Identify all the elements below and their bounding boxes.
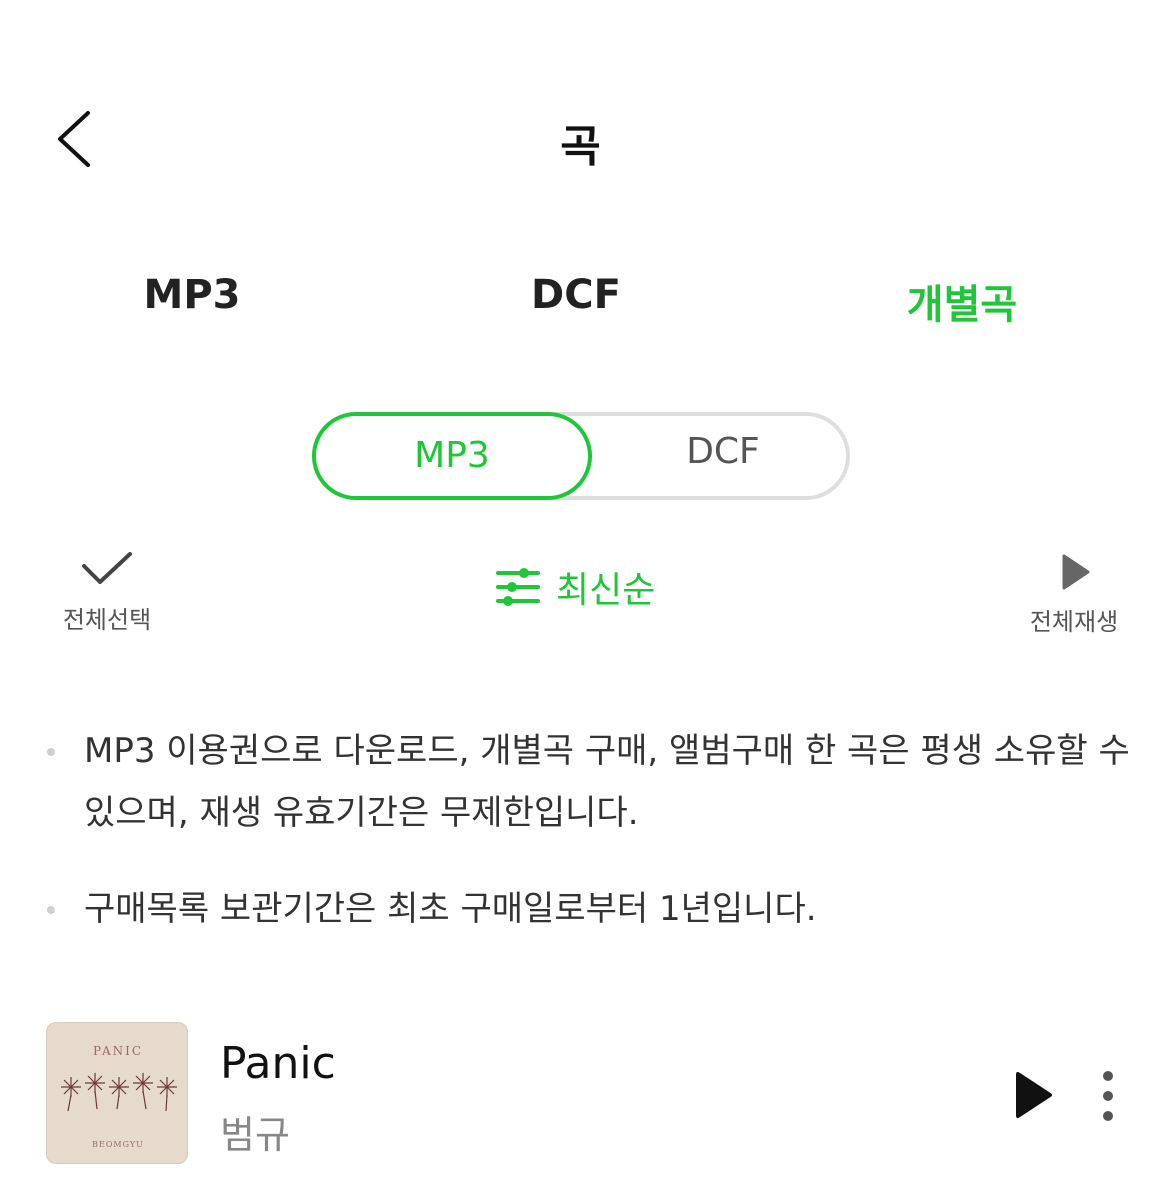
play-all-label: 전체재생 [1029,608,1119,636]
more-vertical-icon [1103,1071,1113,1121]
notice-text: MP3 이용권으로 다운로드, 개별곡 구매, 앨범구매 한 곡은 평생 소유할… [84,731,1130,833]
sliders-icon [496,568,540,606]
album-art-artist: BEOMGYU [92,1140,144,1149]
play-icon [1016,1072,1052,1118]
play-all-button[interactable]: 전체재생 [1018,552,1130,637]
select-all-label: 전체선택 [62,606,152,634]
tab-mp3[interactable]: MP3 [72,272,312,318]
format-segmented-control: DCF MP3 [312,412,850,500]
song-artist: 범규 [220,1113,290,1157]
notice-item: MP3 이용권으로 다운로드, 개별곡 구매, 앨범구매 한 곡은 평생 소유할… [40,720,1130,844]
segment-mp3[interactable]: MP3 [312,412,592,500]
song-more-button[interactable] [1096,1068,1120,1124]
sort-label: 최신순 [556,570,656,611]
play-icon [1062,554,1090,590]
album-art-title: PANIC [93,1044,143,1058]
sort-button[interactable]: 최신순 [494,562,655,612]
album-cover-image: PANIC BEOMGYU [47,1023,187,1163]
notice-item: 구매목록 보관기간은 최초 구매일로부터 1년입니다. [40,878,1130,940]
song-title: Panic [220,1038,336,1089]
song-list-item[interactable]: PANIC BEOMGYU Panic 범규 [46,1022,1136,1166]
check-icon [82,552,132,584]
select-all-button[interactable]: 전체선택 [52,550,162,635]
notice-list: MP3 이용권으로 다운로드, 개별곡 구매, 앨범구매 한 곡은 평생 소유할… [40,720,1130,974]
notice-text: 구매목록 보관기간은 최초 구매일로부터 1년입니다. [84,889,817,929]
tab-dcf[interactable]: DCF [456,272,696,318]
segment-dcf[interactable]: DCF [596,412,850,500]
tab-single-song[interactable]: 개별곡 [842,272,1082,330]
album-art: PANIC BEOMGYU [46,1022,188,1164]
purchased-songs-screen: 곡 MP3 DCF 개별곡 DCF MP3 전체선택 최신순 전체재생 MP3 … [0,0,1161,1200]
song-play-button[interactable] [1012,1070,1056,1120]
bullet-icon [47,906,55,914]
page-title: 곡 [560,121,601,172]
bullet-icon [47,748,55,756]
